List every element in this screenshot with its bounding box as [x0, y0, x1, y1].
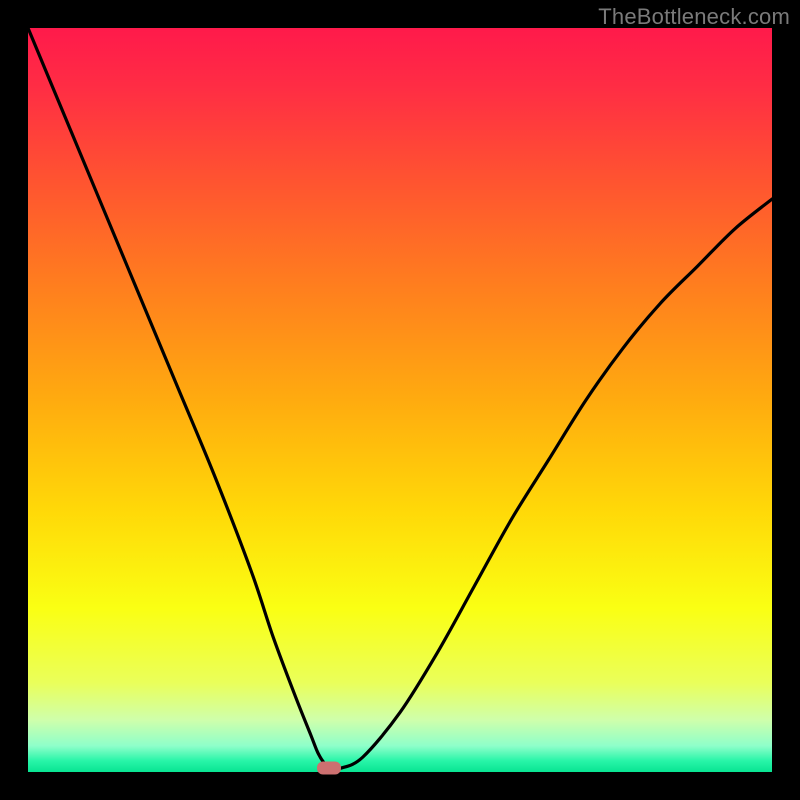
- chart-frame: [28, 28, 772, 772]
- watermark-text: TheBottleneck.com: [598, 4, 790, 30]
- bottleneck-curve: [28, 28, 772, 772]
- minimum-marker: [317, 761, 341, 774]
